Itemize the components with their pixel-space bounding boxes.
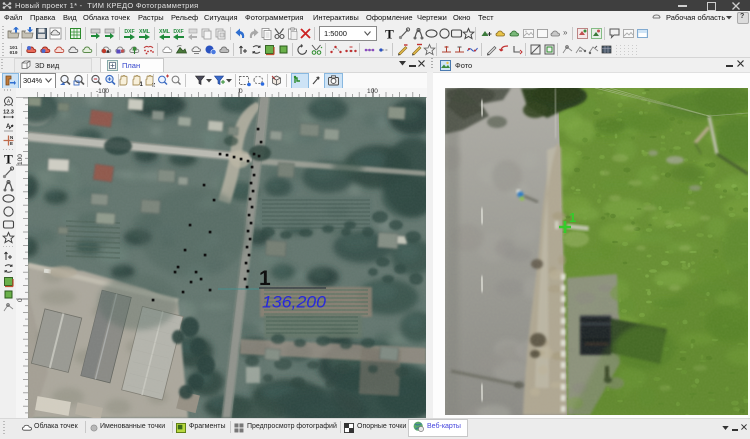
svg-text:010: 010 [9, 50, 17, 56]
svg-text:T: T [4, 152, 13, 165]
svg-text:DXF: DXF [124, 29, 134, 35]
svg-text:A: A [6, 124, 11, 130]
svg-text:12.3: 12.3 [3, 110, 14, 116]
svg-text:N: N [10, 135, 13, 140]
svg-text:T: T [385, 27, 394, 40]
svg-text:XML: XML [139, 29, 151, 35]
svg-text:XML: XML [159, 29, 171, 35]
svg-text:DXF: DXF [173, 29, 183, 35]
svg-text:E: E [10, 141, 13, 146]
